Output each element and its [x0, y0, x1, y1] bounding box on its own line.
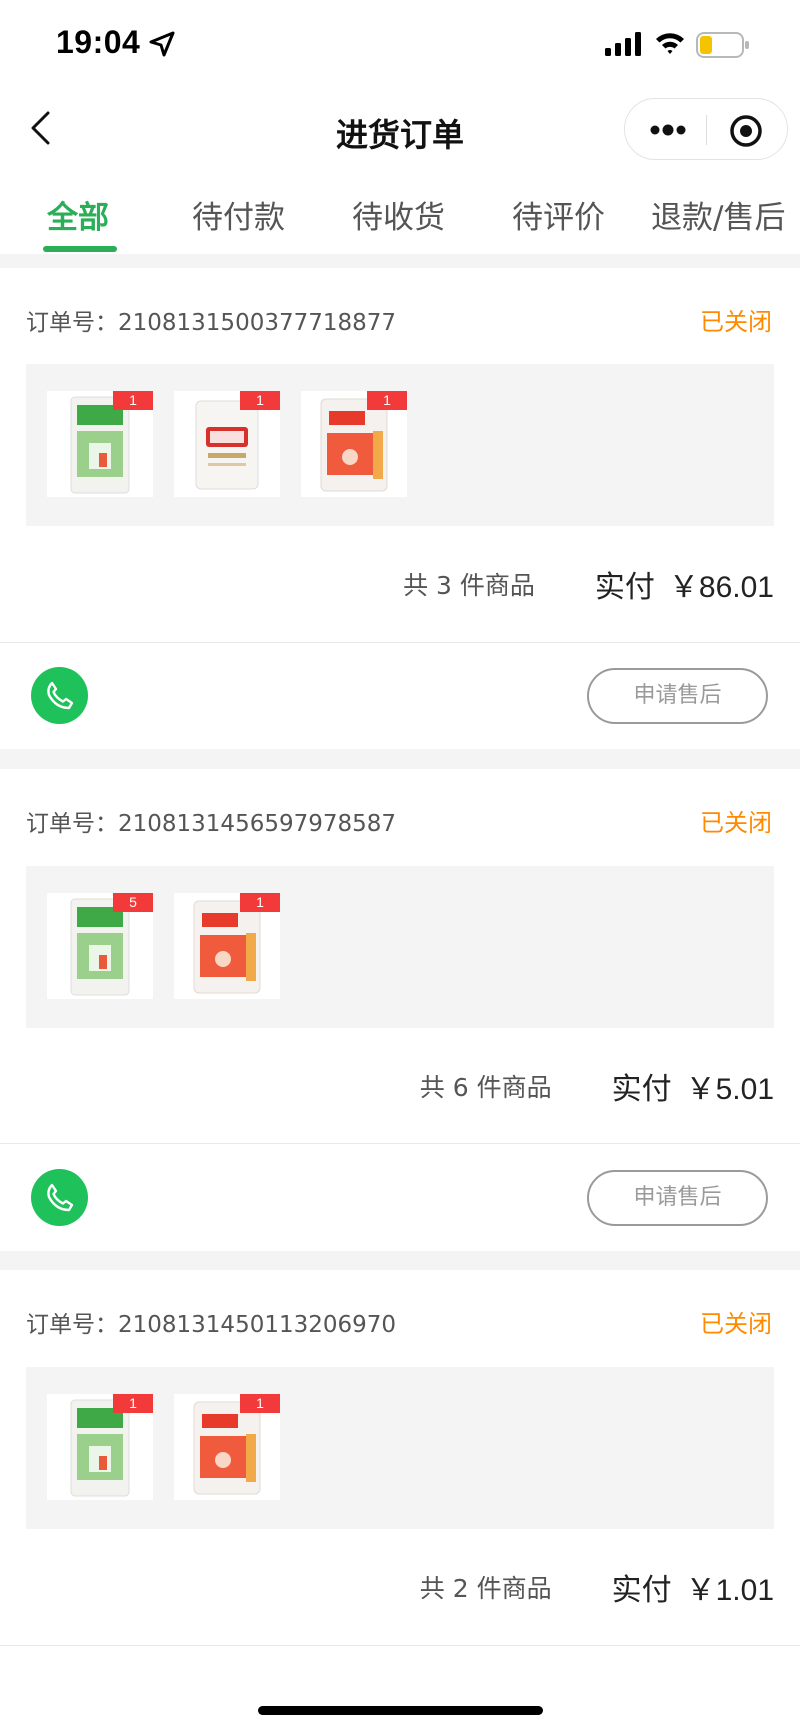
tab-refund-after-sale[interactable]: 退款/售后	[651, 192, 785, 237]
product-thumbnail[interactable]: 1	[174, 1394, 280, 1500]
paid-label: 实付	[611, 1072, 672, 1107]
product-thumbnail[interactable]: 1	[174, 893, 280, 999]
paid-amount: ￥5.01	[685, 1073, 774, 1106]
phone-icon	[47, 681, 74, 710]
call-seller-button[interactable]	[31, 667, 88, 724]
cellular-signal-icon	[605, 32, 641, 56]
apply-after-sale-button[interactable]: 申请售后	[587, 1170, 768, 1226]
paid-amount: ￥86.01	[668, 571, 774, 604]
order-number: 订单号：2108131500377718877	[26, 310, 397, 336]
item-count: 共 2 件商品	[419, 1574, 552, 1603]
wifi-icon	[656, 33, 684, 54]
tab-all[interactable]: 全部	[47, 192, 109, 237]
goods-thumbnails[interactable]: 5 1	[26, 866, 774, 1028]
card-divider	[0, 642, 800, 643]
order-status: 已关闭	[700, 809, 772, 837]
item-count: 共 3 件商品	[403, 571, 535, 600]
quantity-badge: 1	[367, 391, 407, 410]
order-tabs: 全部 待付款 待收货 待评价 退款/售后	[0, 170, 800, 254]
order-summary: 共 2 件商品 实付 ￥1.01	[419, 1567, 774, 1608]
quantity-badge: 5	[113, 893, 153, 912]
card-divider	[0, 1143, 800, 1144]
quantity-badge: 1	[240, 893, 280, 912]
order-summary: 共 3 件商品 实付 ￥86.01	[403, 564, 774, 605]
quantity-badge: 1	[113, 1394, 153, 1413]
order-status: 已关闭	[700, 308, 772, 336]
app-screen: 19:04 进货订单 全部 待付款 待收货 待评价 退款/售后 订单号：2108…	[0, 0, 800, 1731]
phone-icon	[47, 1183, 74, 1212]
navigation-bar: 进货订单	[0, 88, 800, 170]
goods-thumbnails[interactable]: 1 1	[26, 1367, 774, 1529]
battery-low-icon	[696, 32, 749, 58]
product-thumbnail[interactable]: 1	[301, 391, 407, 497]
product-thumbnail[interactable]: 1	[47, 391, 153, 497]
product-thumbnail[interactable]: 5	[47, 893, 153, 999]
order-card[interactable]: 订单号：2108131500377718877 已关闭 1 1 1 共 3 件商…	[0, 268, 800, 749]
status-time: 19:04	[56, 24, 141, 60]
quantity-badge: 1	[240, 391, 280, 410]
item-count: 共 6 件商品	[419, 1073, 552, 1102]
quantity-badge: 1	[240, 1394, 280, 1413]
paid-amount: ￥1.01	[685, 1574, 774, 1607]
location-arrow-icon	[149, 31, 175, 57]
active-tab-underline	[43, 246, 117, 252]
order-status: 已关闭	[700, 1310, 772, 1338]
tab-pending-receipt[interactable]: 待收货	[352, 192, 445, 237]
order-number: 订单号：2108131450113206970	[26, 1312, 397, 1338]
capsule-divider	[706, 115, 707, 145]
paid-label: 实付	[594, 570, 655, 605]
quantity-badge: 1	[113, 391, 153, 410]
apply-after-sale-button[interactable]: 申请售后	[587, 668, 768, 724]
order-card[interactable]: 订单号：2108131456597978587 已关闭 5 1 共 6 件商品 …	[0, 769, 800, 1251]
goods-thumbnails[interactable]: 1 1 1	[26, 364, 774, 526]
more-dots-icon[interactable]	[649, 120, 687, 140]
close-miniprogram-icon[interactable]	[729, 114, 763, 148]
product-thumbnail[interactable]: 1	[47, 1394, 153, 1500]
home-indicator[interactable]	[258, 1706, 543, 1715]
order-number: 订单号：2108131456597978587	[26, 811, 397, 837]
status-bar: 19:04	[0, 0, 800, 88]
tab-pending-payment[interactable]: 待付款	[192, 192, 285, 237]
tab-pending-review[interactable]: 待评价	[512, 192, 605, 237]
order-summary: 共 6 件商品 实付 ￥5.01	[419, 1066, 774, 1107]
call-seller-button[interactable]	[31, 1169, 88, 1226]
paid-label: 实付	[611, 1573, 672, 1608]
miniprogram-capsule	[624, 98, 788, 160]
product-thumbnail[interactable]: 1	[174, 391, 280, 497]
card-divider	[0, 1645, 800, 1646]
order-card[interactable]: 订单号：2108131450113206970 已关闭 1 1 共 2 件商品 …	[0, 1270, 800, 1731]
